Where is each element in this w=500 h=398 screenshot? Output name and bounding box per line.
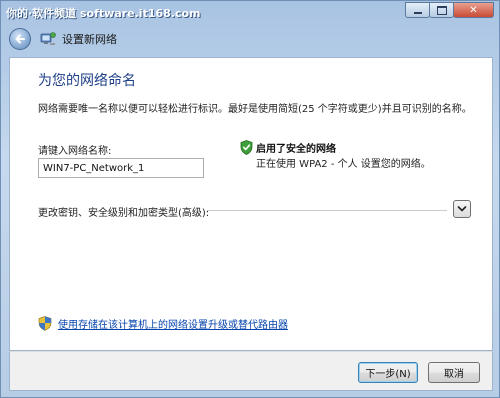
next-button[interactable]: 下一步(N)	[358, 362, 418, 383]
page-description: 网络需要唯一名称以便可以轻松进行标识。最好是使用简短(25 个字符或更少)并且可…	[38, 104, 472, 115]
content-panel: 为您的网络命名 网络需要唯一名称以便可以轻松进行标识。最好是使用简短(25 个字…	[9, 57, 493, 351]
back-button[interactable]	[9, 28, 31, 50]
cancel-button[interactable]: 取消	[428, 362, 480, 383]
minimize-button[interactable]	[405, 2, 430, 18]
page-heading: 为您的网络命名	[38, 73, 136, 89]
maximize-icon	[436, 5, 447, 15]
advanced-divider	[207, 210, 447, 211]
upgrade-router-link-row: 使用存储在该计算机上的网络设置升级或替代路由器	[38, 316, 288, 331]
window-controls: ✕	[405, 2, 494, 18]
back-arrow-icon	[15, 34, 25, 44]
navigation-bar: 设置新网络	[9, 28, 117, 50]
advanced-settings-label: 更改密钥、安全级别和加密类型(高级):	[38, 208, 210, 219]
shield-check-icon	[240, 140, 253, 155]
advanced-expand-button[interactable]	[453, 200, 471, 218]
upgrade-router-link[interactable]: 使用存储在该计算机上的网络设置升级或替代路由器	[58, 316, 288, 331]
minimize-icon	[413, 11, 422, 14]
network-name-label: 请键入网络名称:	[38, 146, 112, 157]
shield-icon	[38, 316, 52, 331]
window-title: 设置新网络	[62, 33, 117, 46]
maximize-button[interactable]	[429, 2, 454, 18]
network-wizard-icon	[40, 32, 56, 45]
dialog-frame: 你的·软件频道 software.it168.com ✕ 设置新网络 为您的网络…	[0, 0, 500, 398]
security-description: 正在使用 WPA2 - 个人 设置您的网络。	[256, 159, 431, 170]
network-name-input[interactable]	[38, 158, 204, 178]
close-button[interactable]: ✕	[453, 2, 494, 18]
chevron-down-icon	[457, 206, 467, 212]
watermark-text: 你的·软件频道 software.it168.com	[6, 7, 201, 20]
close-icon: ✕	[469, 4, 478, 16]
dialog-footer: 下一步(N) 取消	[9, 351, 493, 391]
security-title: 启用了安全的网络	[256, 144, 336, 155]
